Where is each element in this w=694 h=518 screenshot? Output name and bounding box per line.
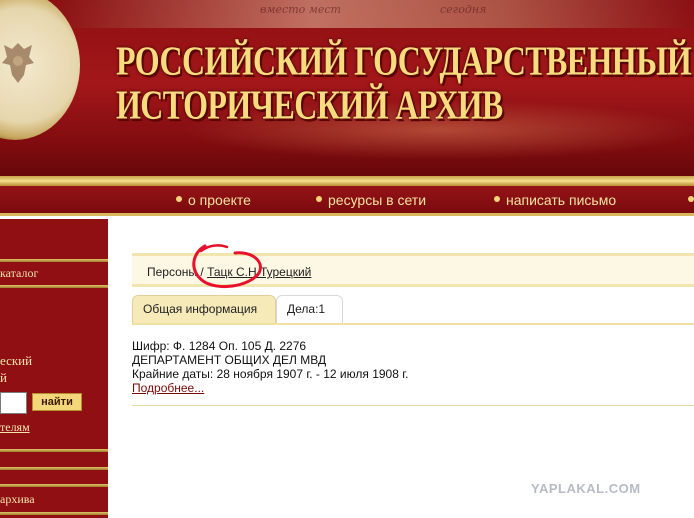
sidebar-divider [0,467,108,470]
record-divider [132,405,694,406]
nav-item-about[interactable]: о проекте [176,192,251,208]
site-header: вместо мест сегодня РОССИЙСКИЙ ГОСУДАРСТ… [0,0,694,186]
nav-item-label: написать письмо [506,192,617,208]
sidebar-link-catalog[interactable]: каталог [0,266,38,281]
nav-item-label: ресурсы в сети [328,192,427,208]
manuscript-text: сегодня [440,3,487,16]
sidebar-divider [0,484,108,487]
record-more-link[interactable]: Подробнее... [132,381,692,395]
header-gold-band [0,176,694,186]
double-headed-eagle-icon [2,43,34,83]
manuscript-background: вместо мест сегодня [60,0,694,28]
sidebar-divider [0,449,108,452]
breadcrumb-root[interactable]: Персоны [147,265,197,279]
nav-item-write-letter[interactable]: написать письмо [494,192,616,208]
watermark-text: YAPLAKAL.COM [531,481,641,496]
tab-underline [132,323,694,325]
bullet-icon [316,196,322,203]
main-nav: о проекте ресурсы в сети написать письмо [0,186,694,216]
sidebar-search-button[interactable]: найти [32,393,82,411]
record-dates: Крайние даты: 28 ноября 1907 г. - 12 июл… [132,367,409,381]
emblem-medallion [0,0,80,140]
sidebar-link-users[interactable]: телям [0,420,30,435]
bullet-icon [688,196,694,203]
tab-cases[interactable]: Дела:1 [276,295,343,323]
breadcrumb-current[interactable]: Тацк С.Н.Турецкий [207,265,311,279]
sidebar-divider [0,285,108,288]
tab-general-info[interactable]: Общая информация [132,295,276,323]
breadcrumb-bar: Персоны / Тацк С.Н.Турецкий [132,253,694,287]
sidebar-link-archive[interactable]: архива [0,492,35,507]
record-department: ДЕПАРТАМЕНТ ОБЩИХ ДЕЛ МВД [132,353,327,367]
site-title-line-2: ИСТОРИЧЕСКИЙ АРХИВ [116,80,503,128]
bullet-icon [494,196,500,203]
breadcrumb: Персоны / Тацк С.Н.Турецкий [147,265,311,279]
nav-item-label: о проекте [188,192,251,208]
nav-item-more[interactable] [688,192,694,208]
sidebar-search-input[interactable] [0,392,27,414]
record-cipher: Шифр: Ф. 1284 Оп. 105 Д. 2276 [132,339,307,353]
sidebar-divider [0,512,108,515]
sidebar-search-title-2: й [0,370,7,385]
site-title-line-1: РОССИЙСКИЙ ГОСУДАРСТВЕННЫЙ [116,36,692,84]
manuscript-text: вместо мест [260,3,341,16]
bullet-icon [176,196,182,203]
main-content: Персоны / Тацк С.Н.Турецкий Общая информ… [108,219,694,518]
sidebar-search-title-1: еский [0,353,33,368]
breadcrumb-separator: / [197,265,208,279]
site-title: РОССИЙСКИЙ ГОСУДАРСТВЕННЫЙ ИСТОРИЧЕСКИЙ … [116,38,694,126]
sidebar: каталог еский й найти телям архива [0,219,108,518]
sidebar-divider [0,259,108,262]
record-details: Шифр: Ф. 1284 Оп. 105 Д. 2276 ДЕПАРТАМЕН… [132,339,692,395]
nav-item-resources[interactable]: ресурсы в сети [316,192,426,208]
